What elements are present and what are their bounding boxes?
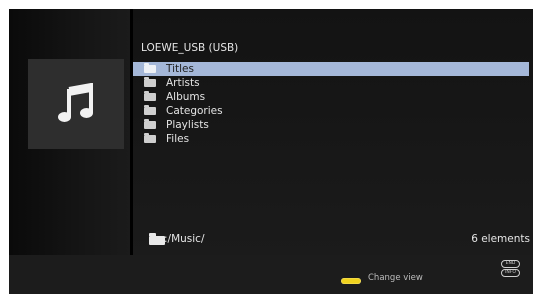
change-view-hint[interactable]: Change view [368, 273, 423, 283]
path-folder-icon [149, 233, 165, 245]
folder-icon [144, 77, 156, 87]
list-item-albums[interactable]: Albums [133, 90, 529, 104]
media-browser-screen: LOEWE_USB (USB) Titles Artists Albums Ca… [9, 9, 533, 294]
media-type-tile [28, 59, 124, 149]
music-note-icon [58, 83, 93, 122]
list-item-titles[interactable]: Titles [133, 62, 529, 76]
yellow-key-icon [341, 278, 361, 284]
browser-pane: LOEWE_USB (USB) Titles Artists Albums Ca… [133, 9, 533, 255]
list-item-label: Categories [166, 105, 223, 117]
list-item-playlists[interactable]: Playlists [133, 118, 529, 132]
folder-icon [144, 105, 156, 115]
status-bar: :/Music/ 6 elements [133, 228, 533, 248]
source-title: LOEWE_USB (USB) [141, 42, 239, 54]
folder-icon [144, 91, 156, 101]
list-item-label: Playlists [166, 119, 209, 131]
list-item-artists[interactable]: Artists [133, 76, 529, 90]
element-count: 6 elements [471, 233, 530, 245]
folder-icon [144, 63, 156, 73]
list-item-label: Artists [166, 77, 200, 89]
folder-icon [144, 133, 156, 143]
folder-list: Titles Artists Albums Categories Playlis… [133, 62, 529, 146]
button-hint-bar [9, 255, 533, 294]
info-key-icon: INFO [501, 269, 520, 277]
list-item-files[interactable]: Files [133, 132, 529, 146]
list-item-label: Titles [166, 63, 194, 75]
list-item-categories[interactable]: Categories [133, 104, 529, 118]
current-path: :/Music/ [164, 233, 205, 245]
left-pane [9, 9, 130, 255]
end-key-icon: END [501, 260, 520, 268]
folder-icon [144, 119, 156, 129]
list-item-label: Albums [166, 91, 206, 103]
list-item-label: Files [166, 133, 190, 145]
